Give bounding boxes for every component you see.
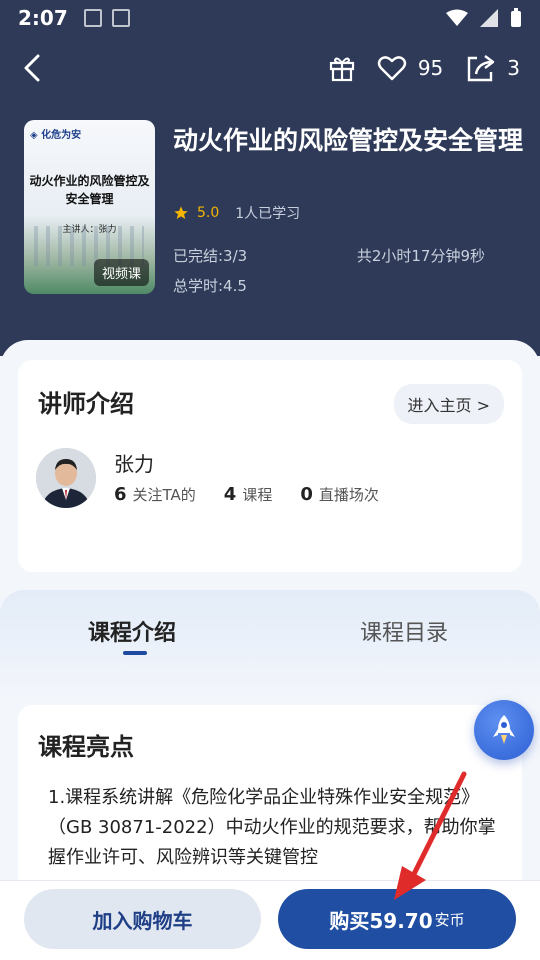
status-notification-icons xyxy=(83,9,130,27)
star-icon xyxy=(174,206,188,219)
followers-value: 6 xyxy=(114,484,127,505)
completion-status: 已完结:3/3 xyxy=(173,247,248,265)
cover-title-line1: 动火作业的风险管控及 xyxy=(29,174,150,188)
cover-title: 动火作业的风险管控及 安全管理 xyxy=(28,172,151,208)
rocket-icon xyxy=(493,715,515,744)
highlights-title: 课程亮点 xyxy=(38,733,134,761)
top-navigation: 95 3 xyxy=(0,36,540,102)
tab-course-intro[interactable]: 课程介绍 xyxy=(88,615,176,647)
status-bar: 2:07 xyxy=(0,0,540,36)
gift-icon xyxy=(329,57,354,82)
heart-icon xyxy=(377,56,407,81)
video-course-tag: 视频课 xyxy=(93,259,149,286)
live-stat: 0 直播场次 xyxy=(300,484,379,505)
live-value: 0 xyxy=(300,484,313,505)
learner-count: 1人已学习 xyxy=(235,206,301,222)
buy-currency-unit: 安币 xyxy=(434,910,465,929)
live-label: 直播场次 xyxy=(318,486,379,504)
back-icon xyxy=(24,54,40,82)
wifi-icon xyxy=(446,9,468,26)
course-duration: 共2小时17分钟9秒 xyxy=(356,247,485,265)
teacher-name: 张力 xyxy=(114,452,154,476)
teacher-stats: 6 关注TA的 4 课程 0 直播场次 xyxy=(114,484,379,505)
teacher-card: 讲师介绍 进入主页 > 张力 6 关注TA的 4 课程 0 直播场次 xyxy=(18,360,522,572)
active-tab-indicator xyxy=(123,651,147,655)
image-notification-icon xyxy=(83,9,102,27)
teacher-section-title: 讲师介绍 xyxy=(38,390,134,418)
share-icon xyxy=(468,55,495,82)
share-button[interactable] xyxy=(463,50,499,86)
favorites-count: 95 xyxy=(417,56,444,80)
rating-score: 5.0 xyxy=(197,205,220,221)
tab-course-catalog[interactable]: 课程目录 xyxy=(360,615,448,647)
enter-homepage-button[interactable]: 进入主页 > xyxy=(393,384,504,424)
course-highlights-card: 课程亮点 1.课程系统讲解《危险化学品企业特殊作业安全规范》（GB 30871-… xyxy=(18,705,522,905)
shares-count: 3 xyxy=(507,56,520,80)
status-system-icons xyxy=(446,8,522,28)
courses-stat: 4 课程 xyxy=(224,484,273,505)
rocket-fab-button[interactable] xyxy=(474,700,534,760)
courses-value: 4 xyxy=(223,484,237,505)
header-actions: 95 3 xyxy=(324,48,526,88)
courses-label: 课程 xyxy=(242,486,273,504)
highlights-text: 1.课程系统讲解《危险化学品企业特殊作业安全规范》（GB 30871-2022）… xyxy=(48,787,496,868)
back-button[interactable] xyxy=(12,48,52,88)
teacher-avatar[interactable] xyxy=(36,448,96,508)
app-notification-icon xyxy=(111,9,130,27)
battery-icon xyxy=(511,8,521,27)
add-to-cart-button[interactable]: 加入购物车 xyxy=(24,889,261,949)
course-cover-image: ◈ 化危为安 动火作业的风险管控及 安全管理 主讲人：张力 视频课 xyxy=(24,120,155,294)
tabs-panel xyxy=(0,590,540,700)
course-title: 动火作业的风险管控及安全管理 xyxy=(173,126,524,155)
course-rating: 5.0 1人已学习 xyxy=(173,203,300,223)
buy-button[interactable]: 购买59.70 安币 xyxy=(278,889,516,949)
gift-button[interactable] xyxy=(324,50,360,86)
signal-icon xyxy=(480,9,498,27)
status-time: 2:07 xyxy=(18,6,68,30)
cover-title-line2: 安全管理 xyxy=(65,192,114,206)
cover-logo: ◈ 化危为安 xyxy=(30,130,82,141)
total-study-hours: 总学时:4.5 xyxy=(173,277,247,295)
followers-stat: 6 关注TA的 xyxy=(114,484,196,505)
buy-price-label: 购买59.70 xyxy=(329,908,433,933)
favorite-button[interactable] xyxy=(374,50,410,86)
followers-label: 关注TA的 xyxy=(132,486,196,504)
